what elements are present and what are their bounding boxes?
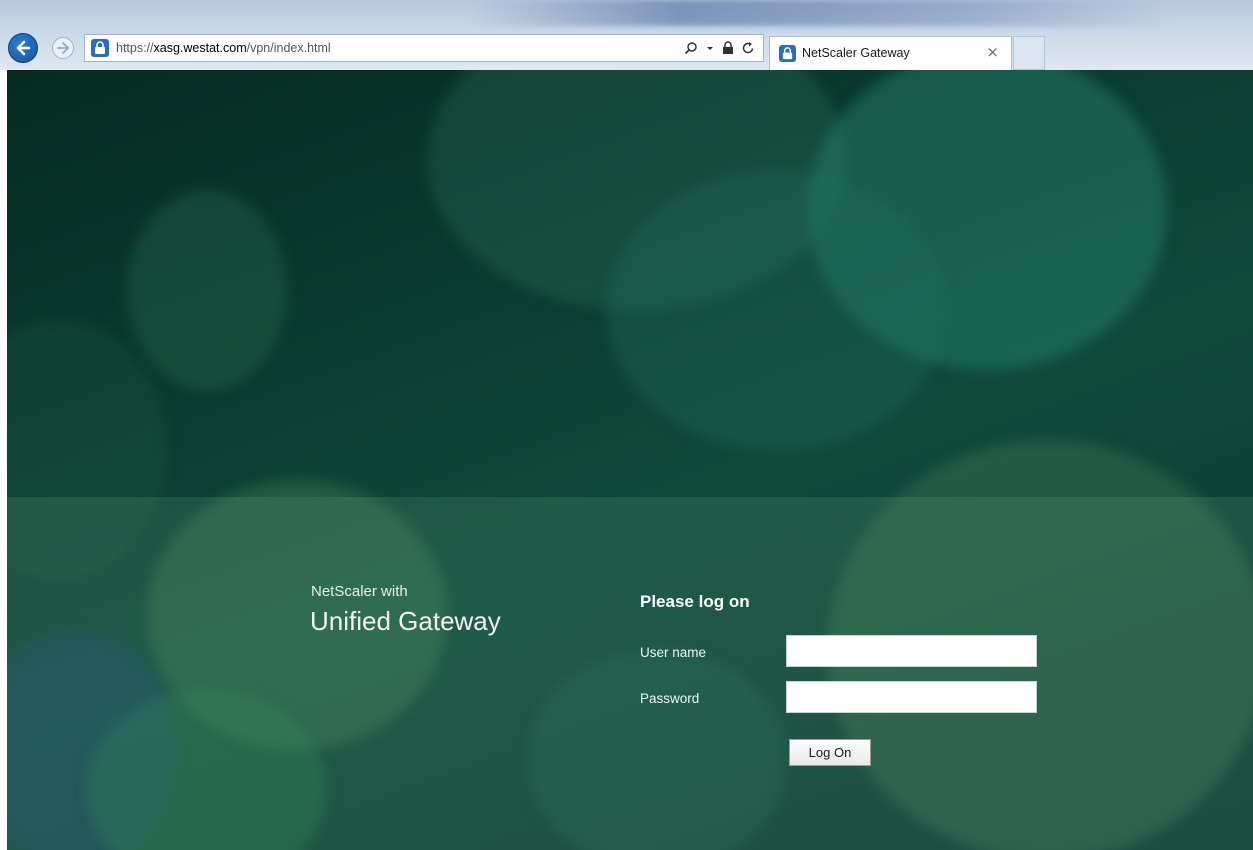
address-bar[interactable]: https://xasg.westat.com/vpn/index.html <box>84 34 764 62</box>
refresh-icon[interactable] <box>742 40 755 59</box>
forward-button[interactable] <box>52 37 74 59</box>
lock-site-icon <box>779 45 796 62</box>
page-viewport: NetScaler with Unified Gateway Please lo… <box>7 70 1253 850</box>
browser-chrome: https://xasg.westat.com/vpn/index.html N… <box>0 0 1253 70</box>
lock-icon[interactable] <box>722 40 734 59</box>
back-button[interactable] <box>8 33 38 63</box>
log-on-button[interactable]: Log On <box>789 739 871 766</box>
brand-subtitle: NetScaler with <box>311 583 408 600</box>
dropdown-caret-icon[interactable] <box>706 40 714 59</box>
login-heading: Please log on <box>640 592 750 611</box>
url-text[interactable]: https://xasg.westat.com/vpn/index.html <box>116 41 331 55</box>
tab-netscaler-gateway[interactable]: NetScaler Gateway × <box>769 36 1012 70</box>
lock-site-icon <box>91 39 109 57</box>
username-label: User name <box>640 645 707 660</box>
brand-title: Unified Gateway <box>310 606 501 636</box>
tab-title: NetScaler Gateway <box>802 46 910 60</box>
search-icon[interactable] <box>684 40 698 59</box>
forward-arrow-icon <box>57 42 69 54</box>
background-bokeh <box>127 190 287 390</box>
username-field[interactable] <box>786 635 1037 667</box>
login-band <box>7 497 1253 850</box>
new-tab-button[interactable] <box>1013 36 1045 70</box>
address-tools <box>684 40 755 58</box>
url-host: xasg.westat.com <box>153 41 247 55</box>
background-bokeh <box>607 170 947 450</box>
close-icon[interactable]: × <box>986 43 999 61</box>
back-arrow-icon <box>16 40 31 56</box>
password-label: Password <box>640 691 700 706</box>
password-field[interactable] <box>786 681 1037 713</box>
url-path: /vpn/index.html <box>246 41 331 55</box>
url-scheme: https:// <box>116 41 154 55</box>
